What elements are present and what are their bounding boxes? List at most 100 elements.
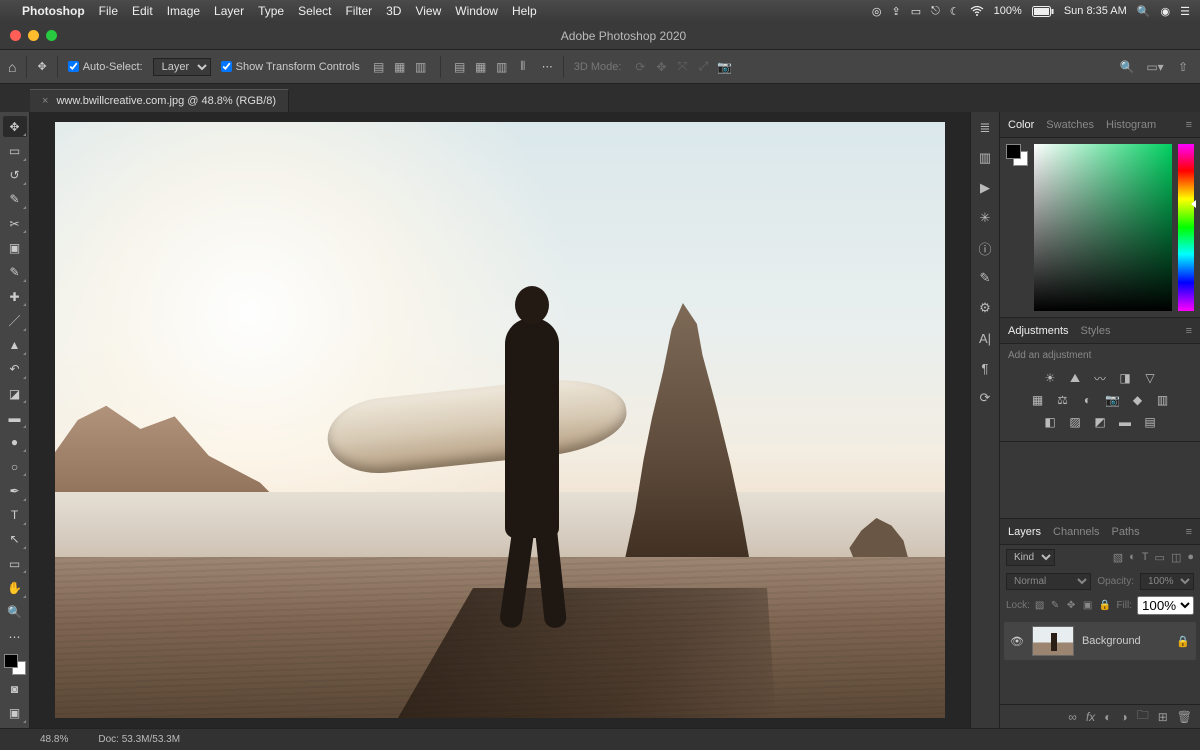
tab-histogram[interactable]: Histogram <box>1106 119 1156 131</box>
bw-adj-icon[interactable]: ◐ <box>1080 392 1096 408</box>
wifi-icon[interactable] <box>970 6 984 16</box>
blend-mode-dropdown[interactable]: Normal <box>1006 573 1091 590</box>
filter-pixel-icon[interactable]: ▧ <box>1113 551 1123 564</box>
status-icon[interactable]: ⇪ <box>891 5 900 18</box>
distribute-icon[interactable]: ⫴ <box>514 58 532 76</box>
channel-mixer-adj-icon[interactable]: ◆ <box>1130 392 1146 408</box>
brush-settings-icon[interactable]: ⚙ <box>975 298 995 318</box>
layer-fx-icon[interactable]: fx <box>1086 710 1095 724</box>
panel-menu-icon[interactable]: ≡ <box>1186 325 1192 337</box>
move-tool[interactable]: ✥ <box>3 116 27 137</box>
new-layer-icon[interactable]: ⊞ <box>1158 710 1168 724</box>
actions-panel-icon[interactable]: ▶ <box>975 178 995 198</box>
hue-slider[interactable] <box>1178 144 1194 311</box>
layer-row[interactable]: 👁 Background 🔒 <box>1004 622 1196 660</box>
edit-toolbar[interactable]: ⋯ <box>3 626 27 647</box>
3d-pan-icon[interactable]: ✥ <box>652 58 670 76</box>
new-fill-adj-icon[interactable]: ◑ <box>1120 710 1127 724</box>
clone-stamp-tool[interactable]: ▲ <box>3 335 27 356</box>
character-panel-icon[interactable]: A| <box>975 328 995 348</box>
brushes-panel-icon[interactable]: ✎ <box>975 268 995 288</box>
align-left-icon[interactable]: ▤ <box>370 58 388 76</box>
3d-move-icon[interactable]: ⤧ <box>673 58 691 76</box>
layer-name[interactable]: Background <box>1082 635 1141 647</box>
tab-paths[interactable]: Paths <box>1112 526 1140 538</box>
clock[interactable]: Sun 8:35 AM <box>1064 5 1127 17</box>
libraries-panel-icon[interactable]: ⟳ <box>975 388 995 408</box>
status-icon[interactable]: ⎋ <box>931 5 940 18</box>
menu-layer[interactable]: Layer <box>214 4 244 18</box>
more-icon[interactable]: ⋯ <box>542 60 553 73</box>
link-layers-icon[interactable]: ∞ <box>1068 710 1077 724</box>
paragraph-panel-icon[interactable]: ¶ <box>975 358 995 378</box>
layer-mask-icon[interactable]: ◐ <box>1104 710 1111 724</box>
filter-shape-icon[interactable]: ▭ <box>1155 551 1165 564</box>
search-icon[interactable]: 🔍 <box>1118 58 1136 76</box>
blur-tool[interactable]: ● <box>3 432 27 453</box>
3d-camera-icon[interactable]: 📷 <box>715 58 733 76</box>
menu-edit[interactable]: Edit <box>132 4 153 18</box>
close-tab-icon[interactable]: × <box>42 95 48 107</box>
auto-select-checkbox[interactable]: Auto-Select: <box>68 61 143 73</box>
color-swatch-mini[interactable] <box>1006 144 1028 166</box>
navigator-panel-icon[interactable]: ▥ <box>975 148 995 168</box>
filter-kind-dropdown[interactable]: Kind <box>1006 549 1055 566</box>
spotlight-icon[interactable]: 🔍 <box>1137 5 1151 18</box>
zoom-level[interactable]: 48.8% <box>40 734 68 745</box>
align-right-icon[interactable]: ▥ <box>412 58 430 76</box>
brightness-adj-icon[interactable]: ☀ <box>1042 370 1058 386</box>
align-bottom-icon[interactable]: ▥ <box>493 58 511 76</box>
pen-tool[interactable]: ✒ <box>3 480 27 501</box>
color-balance-adj-icon[interactable]: ⚖ <box>1055 392 1071 408</box>
hue-sat-adj-icon[interactable]: ▦ <box>1030 392 1046 408</box>
color-swatch[interactable] <box>4 654 26 675</box>
invert-adj-icon[interactable]: ◧ <box>1042 414 1058 430</box>
history-brush-tool[interactable]: ↶ <box>3 359 27 380</box>
tab-swatches[interactable]: Swatches <box>1046 119 1094 131</box>
quick-select-tool[interactable]: ✎ <box>3 189 27 210</box>
lock-pixels-icon[interactable]: ▧ <box>1035 600 1047 612</box>
auto-select-dropdown[interactable]: Layer <box>153 58 211 76</box>
status-icon[interactable]: ☾ <box>950 5 960 18</box>
status-icon[interactable]: ◎ <box>872 5 882 18</box>
frame-tool[interactable]: ▣ <box>3 237 27 258</box>
home-button[interactable]: ⌂ <box>8 59 16 75</box>
filter-type-icon[interactable]: T <box>1142 551 1149 564</box>
exposure-adj-icon[interactable]: ◨ <box>1117 370 1133 386</box>
fill-dropdown[interactable]: 100% <box>1137 596 1194 615</box>
menu-help[interactable]: Help <box>512 4 537 18</box>
delete-layer-icon[interactable]: 🗑 <box>1177 710 1192 724</box>
info-panel-icon[interactable]: ⓘ <box>975 238 995 258</box>
filter-adjust-icon[interactable]: ◐ <box>1129 551 1136 564</box>
gradient-tool[interactable]: ▬ <box>3 407 27 428</box>
tab-styles[interactable]: Styles <box>1081 325 1111 337</box>
layer-thumbnail[interactable] <box>1032 626 1074 656</box>
lock-position-icon[interactable]: ✎ <box>1051 600 1063 612</box>
align-center-h-icon[interactable]: ▦ <box>391 58 409 76</box>
gradient-map-adj-icon[interactable]: ▬ <box>1117 414 1133 430</box>
document-tab[interactable]: × www.bwillcreative.com.jpg @ 48.8% (RGB… <box>30 89 289 112</box>
show-transform-checkbox[interactable]: Show Transform Controls <box>221 61 360 73</box>
quick-mask-tool[interactable]: ◙ <box>3 678 27 699</box>
new-group-icon[interactable]: 🗀 <box>1137 706 1149 727</box>
menu-filter[interactable]: Filter <box>345 4 372 18</box>
hand-tool[interactable]: ✋ <box>3 577 27 598</box>
menu-view[interactable]: View <box>415 4 441 18</box>
menu-3d[interactable]: 3D <box>386 4 401 18</box>
path-select-tool[interactable]: ↖ <box>3 529 27 550</box>
minimize-button[interactable] <box>28 30 39 41</box>
eraser-tool[interactable]: ◪ <box>3 383 27 404</box>
notifications-icon[interactable]: ☰ <box>1180 5 1190 18</box>
close-button[interactable] <box>10 30 21 41</box>
panel-menu-icon[interactable]: ≡ <box>1186 119 1192 131</box>
vibrance-adj-icon[interactable]: ▽ <box>1142 370 1158 386</box>
menu-file[interactable]: File <box>99 4 118 18</box>
menu-window[interactable]: Window <box>455 4 498 18</box>
status-icon[interactable]: ▭ <box>911 5 921 18</box>
color-field[interactable] <box>1034 144 1172 311</box>
zoom-tool[interactable]: 🔍 <box>3 602 27 623</box>
brush-tool[interactable]: ／ <box>3 310 27 331</box>
lock-artboard-icon[interactable]: ▣ <box>1083 600 1095 612</box>
lock-all-icon[interactable]: 🔒 <box>1099 600 1111 612</box>
panel-menu-icon[interactable]: ≡ <box>1186 526 1192 538</box>
